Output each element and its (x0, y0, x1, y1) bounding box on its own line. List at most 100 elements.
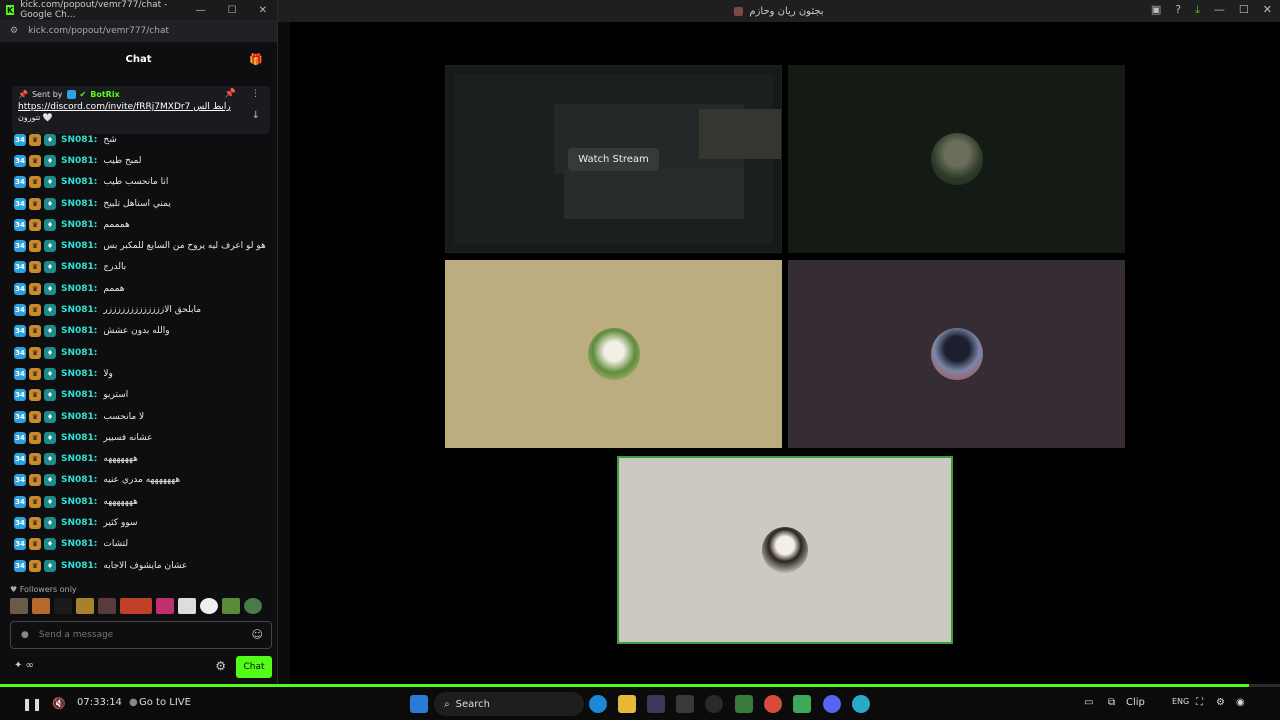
chat-username[interactable]: SN081: (61, 199, 97, 209)
emote-4[interactable] (76, 598, 94, 614)
emote-6[interactable] (120, 598, 152, 614)
gift-badge-icon: ♦ (44, 133, 56, 146)
chat-message: 34 ♛ ♦ SN081: هههههههه مدري عنيه (14, 470, 272, 491)
app-icon-obs[interactable] (676, 695, 694, 713)
chat-username[interactable]: SN081: (61, 561, 97, 571)
help-icon[interactable]: ? (1175, 3, 1181, 17)
watch-stream-button[interactable]: Watch Stream (568, 147, 659, 171)
gift-badge-icon: ♦ (44, 516, 56, 529)
message-input[interactable] (38, 630, 239, 640)
expand-down-icon[interactable]: ↓ (252, 110, 260, 121)
windows-start-icon[interactable] (410, 695, 428, 713)
taskbar-search[interactable]: ⌕ Search (434, 692, 584, 716)
emote-10[interactable] (222, 598, 240, 614)
emote-3[interactable] (54, 598, 72, 614)
chat-username[interactable]: SN081: (61, 177, 97, 187)
emote-1[interactable] (10, 598, 28, 614)
chat-message-list[interactable]: 34 ♛ ♦ SN081: شح 34 ♛ ♦ SN081: لمبح طيب 34 ♛ ♦ SN081:… (14, 129, 272, 576)
divider (278, 22, 290, 684)
maximize-icon[interactable]: ☐ (1239, 3, 1249, 16)
app-icon-chess[interactable] (793, 695, 811, 713)
chat-username[interactable]: SN081: (61, 454, 97, 464)
fullscreen-icon[interactable]: ⛶ (1196, 697, 1203, 708)
emote-8[interactable] (178, 598, 196, 614)
chat-username[interactable]: SN081: (61, 390, 97, 400)
chat-username[interactable]: SN081: (61, 475, 97, 485)
chat-username[interactable]: SN081: (61, 539, 97, 549)
screen-share-tile[interactable]: Watch Stream (445, 65, 782, 253)
chat-username[interactable]: SN081: (61, 369, 97, 379)
pause-icon[interactable]: ❚❚ (22, 697, 42, 711)
emote-11[interactable] (244, 598, 262, 614)
subscriber-badge-icon: 34 (14, 453, 26, 466)
chat-username[interactable]: SN081: (61, 156, 97, 166)
chat-minimize-icon[interactable]: — (196, 5, 206, 16)
close-icon[interactable]: ✕ (1263, 3, 1272, 16)
chat-message-text: انا مانحسب طيب (103, 177, 169, 188)
send-chat-button[interactable]: Chat (236, 656, 272, 678)
app-icon-recorder[interactable] (705, 695, 723, 713)
chat-message: 34 ♛ ♦ SN081: (14, 342, 272, 363)
chat-window: K kick.com/popout/vemr777/chat - Google … (0, 0, 278, 684)
go-to-live-button[interactable]: Go to LIVE (139, 697, 191, 708)
chat-username[interactable]: SN081: (61, 497, 97, 507)
file-explorer-icon[interactable] (618, 695, 636, 713)
pinned-second-line: تتورون 🤍 (18, 113, 53, 122)
participant-tile-2[interactable] (445, 260, 782, 448)
store-icon[interactable] (647, 695, 665, 713)
participant-tile-speaking[interactable] (617, 456, 953, 644)
bot-name[interactable]: BotRix (90, 90, 119, 99)
language-indicator[interactable]: ENG (1172, 697, 1189, 706)
gift-badge-icon: ♦ (44, 559, 56, 572)
emoji-icon[interactable]: ☺ (252, 628, 263, 641)
chat-message: 34 ♛ ♦ SN081: لمبح طيب (14, 150, 272, 171)
emote-5[interactable] (98, 598, 116, 614)
app-icon-green[interactable] (735, 695, 753, 713)
chat-username[interactable]: SN081: (61, 220, 97, 230)
subscriber-badge-icon: 34 (14, 240, 26, 253)
clip-icon[interactable]: ⧉ (1108, 697, 1115, 708)
chat-username[interactable]: SN081: (61, 135, 97, 145)
settings-gear-icon[interactable]: ⚙ (215, 659, 226, 673)
points-icon[interactable]: ✦ ∞ (14, 660, 34, 671)
participant-tile-1[interactable] (788, 65, 1125, 253)
edge-icon[interactable] (589, 695, 607, 713)
screen: بجثون ريان وحازم ▣ ? ⤓ — ☐ ✕ K kick.com/… (0, 0, 1280, 720)
gift-badge-icon: ♦ (44, 431, 56, 444)
app-icon-blue[interactable] (852, 695, 870, 713)
more-options-icon[interactable]: ⋮ (251, 89, 260, 99)
chat-maximize-icon[interactable]: ☐ (228, 5, 237, 16)
chat-username[interactable]: SN081: (61, 284, 97, 294)
participant-tile-3[interactable] (788, 260, 1125, 448)
mute-icon[interactable]: 🔇 (52, 697, 66, 710)
chat-username[interactable]: SN081: (61, 348, 97, 358)
discord-icon[interactable] (823, 695, 841, 713)
chat-username[interactable]: SN081: (61, 305, 97, 315)
message-input-box[interactable]: ● ☺ (10, 621, 272, 649)
chat-username[interactable]: SN081: (61, 262, 97, 272)
gift-icon[interactable]: 🎁 (249, 53, 263, 66)
emote-2[interactable] (32, 598, 50, 614)
chrome-icon[interactable] (764, 695, 782, 713)
emote-9[interactable] (200, 598, 218, 614)
discord-link[interactable]: https://discord.com/invite/fRRj7MXDr7 (18, 102, 190, 112)
chat-close-icon[interactable]: ✕ (259, 5, 267, 16)
pip-icon[interactable]: ▣ (1151, 3, 1161, 17)
chat-username[interactable]: SN081: (61, 412, 97, 422)
site-settings-icon[interactable]: ⚙ (10, 26, 18, 36)
clip-label[interactable]: Clip (1126, 697, 1145, 708)
address-bar[interactable]: ⚙ kick.com/popout/vemr777/chat (0, 20, 277, 42)
minimize-icon[interactable]: — (1214, 3, 1225, 16)
chat-message: 34 ♛ ♦ SN081: بالدرج (14, 257, 272, 278)
chat-username[interactable]: SN081: (61, 518, 97, 528)
unpin-icon[interactable]: 📌 (225, 89, 236, 99)
download-icon[interactable]: ⤓ (1195, 3, 1200, 17)
subscriber-badge-icon: 34 (14, 346, 26, 359)
chat-username[interactable]: SN081: (61, 326, 97, 336)
screen-icon[interactable]: ▭ (1084, 697, 1093, 708)
emote-7[interactable] (156, 598, 174, 614)
chat-username[interactable]: SN081: (61, 433, 97, 443)
chat-username[interactable]: SN081: (61, 241, 97, 251)
settings-icon[interactable]: ⚙ (1216, 697, 1225, 708)
chat-message-text: لتشات (103, 539, 129, 550)
